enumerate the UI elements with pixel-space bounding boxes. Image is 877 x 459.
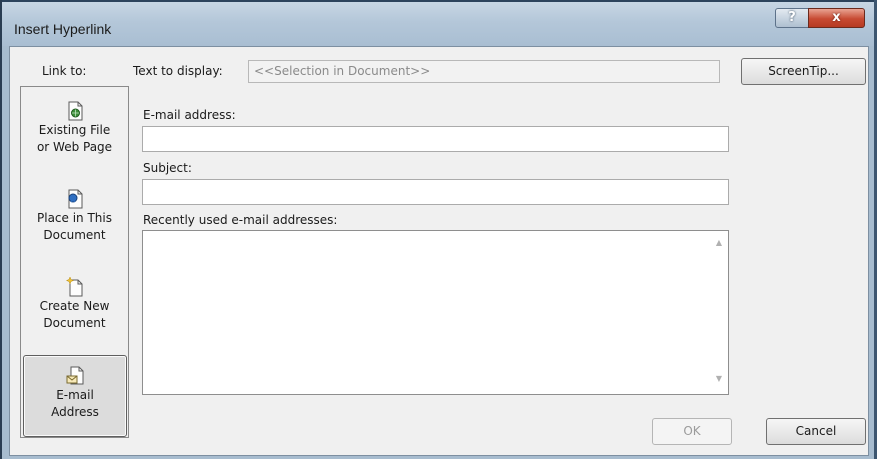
email-address-input[interactable] <box>142 126 729 152</box>
subject-label: Subject: <box>143 161 192 175</box>
text-to-display-label: Text to display: <box>133 64 223 78</box>
link-to-label: Link to: <box>42 64 87 78</box>
recent-addresses-label: Recently used e-mail addresses: <box>143 213 338 227</box>
place-in-document-icon <box>68 189 82 209</box>
link-item-label-line1: Existing File <box>38 123 111 137</box>
ok-button[interactable]: OK <box>652 418 732 445</box>
text-to-display-field[interactable]: <<Selection in Document>> <box>248 60 720 83</box>
window-frame-left <box>0 0 2 459</box>
link-item-label-line1: E-mail <box>56 388 94 402</box>
link-item-create-new-document[interactable]: Create New Document <box>21 277 128 363</box>
help-button[interactable]: ? <box>775 8 809 28</box>
link-item-label-line2: Address <box>51 405 99 419</box>
link-item-email-address[interactable]: E-mail Address <box>23 355 127 437</box>
link-item-place-in-document[interactable]: Place in This Document <box>21 189 128 275</box>
title-bar[interactable]: Insert Hyperlink ? x <box>2 2 874 46</box>
link-item-label-line2: or Web Page <box>36 140 113 154</box>
link-item-existing-file[interactable]: Existing File or Web Page <box>21 101 128 187</box>
new-document-icon <box>65 277 82 297</box>
cancel-button[interactable]: Cancel <box>766 418 866 445</box>
close-button[interactable]: x <box>808 8 865 28</box>
link-item-label-line2: Document <box>43 316 106 330</box>
window-title: Insert Hyperlink <box>14 21 112 37</box>
link-item-label-line1: Create New <box>39 299 110 313</box>
email-address-icon <box>66 366 84 385</box>
link-item-label-line1: Place in This <box>37 211 112 225</box>
dialog-body: Link to: Existing File or Web Page Place… <box>9 46 869 456</box>
recent-addresses-list[interactable]: ▲ ▼ <box>142 230 729 395</box>
link-item-label-line2: Document <box>43 228 106 242</box>
screentip-button[interactable]: ScreenTip... <box>741 58 866 85</box>
existing-file-icon <box>68 101 82 121</box>
subject-input[interactable] <box>142 179 729 205</box>
email-address-label: E-mail address: <box>143 108 236 122</box>
scroll-up-arrow-icon[interactable]: ▲ <box>711 236 727 250</box>
link-to-panel: Existing File or Web Page Place in This … <box>20 86 129 438</box>
scroll-down-arrow-icon[interactable]: ▼ <box>711 372 727 386</box>
